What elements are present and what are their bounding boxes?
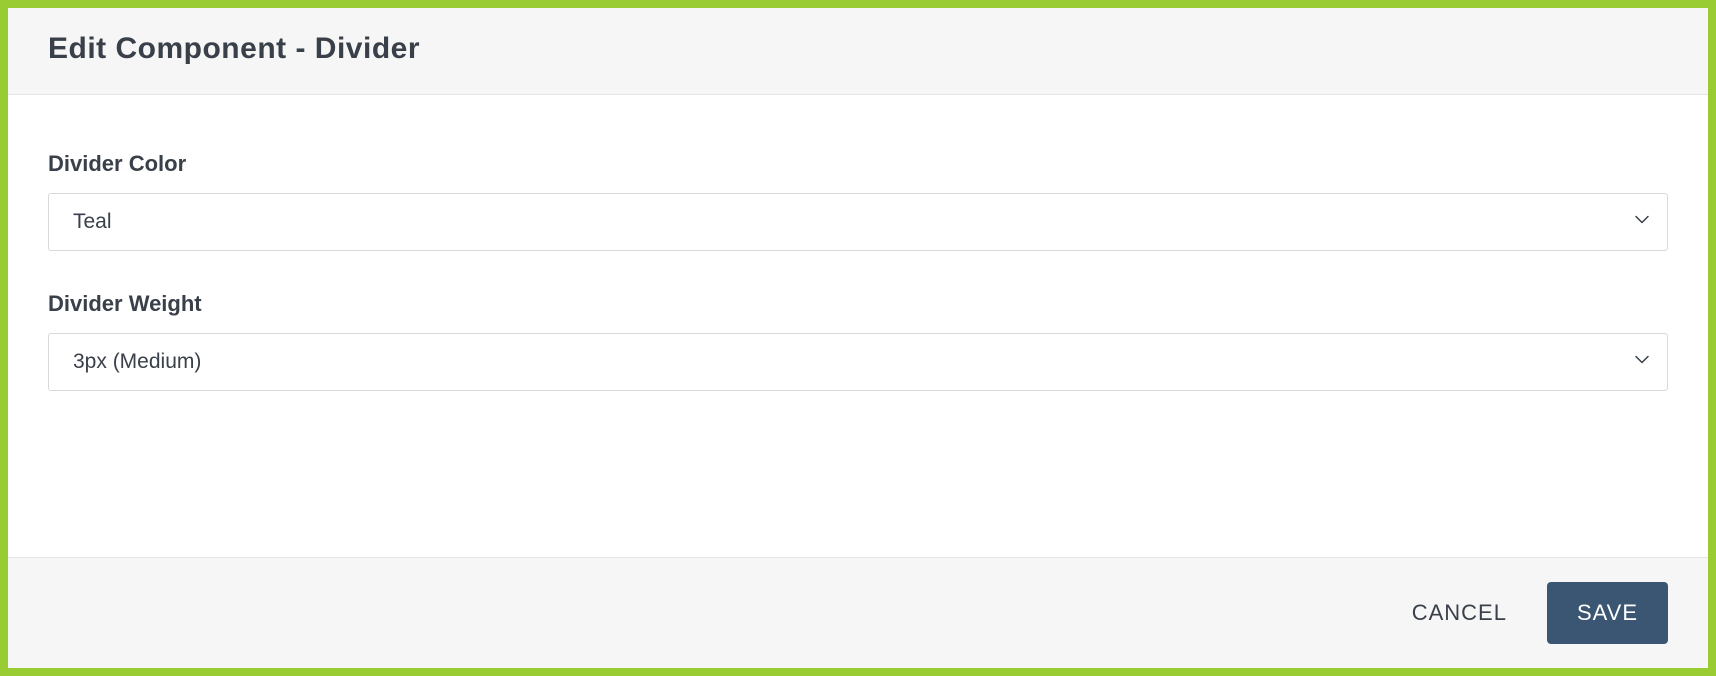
divider-weight-label: Divider Weight (48, 291, 1668, 317)
divider-color-group: Divider Color Teal (48, 151, 1668, 251)
save-button[interactable]: SAVE (1547, 582, 1668, 644)
modal-title: Edit Component - Divider (48, 32, 1668, 66)
divider-color-select[interactable]: Teal (48, 193, 1668, 251)
modal-header: Edit Component - Divider (8, 8, 1708, 95)
divider-weight-select-wrap: 3px (Medium) (48, 333, 1668, 391)
modal-body: Divider Color Teal Divider Weight 3px (M… (8, 95, 1708, 557)
divider-color-select-wrap: Teal (48, 193, 1668, 251)
cancel-button[interactable]: CANCEL (1404, 588, 1515, 638)
modal-footer: CANCEL SAVE (8, 557, 1708, 668)
divider-color-value: Teal (73, 210, 112, 234)
edit-component-modal: Edit Component - Divider Divider Color T… (0, 0, 1716, 676)
divider-color-label: Divider Color (48, 151, 1668, 177)
divider-weight-select[interactable]: 3px (Medium) (48, 333, 1668, 391)
divider-weight-value: 3px (Medium) (73, 350, 201, 374)
divider-weight-group: Divider Weight 3px (Medium) (48, 291, 1668, 391)
